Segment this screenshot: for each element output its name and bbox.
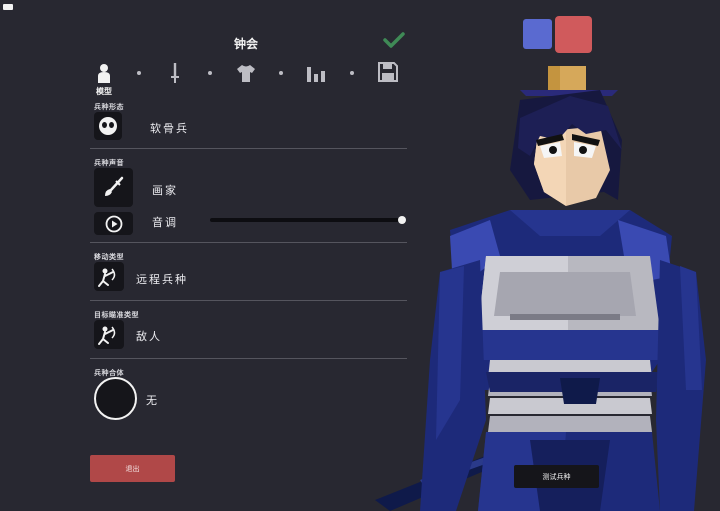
step-dot bbox=[208, 71, 212, 75]
sword-icon[interactable] bbox=[164, 62, 186, 84]
play-voice-button[interactable] bbox=[94, 212, 133, 235]
base-form-button[interactable] bbox=[94, 112, 122, 140]
section-label-voice: 兵种声音 bbox=[94, 159, 124, 167]
section-label-base: 兵种形态 bbox=[94, 103, 124, 111]
shirt-icon[interactable] bbox=[235, 62, 257, 84]
unit-character-preview bbox=[375, 66, 706, 511]
combine-slot-button[interactable] bbox=[94, 377, 137, 420]
voice-button[interactable] bbox=[94, 168, 133, 207]
step-dot bbox=[279, 71, 283, 75]
ranged-unit-icon bbox=[98, 268, 116, 287]
combine-value: 无 bbox=[146, 394, 159, 407]
team-blue-swatch[interactable] bbox=[523, 19, 552, 49]
voice-value: 画家 bbox=[152, 184, 178, 197]
step-dot bbox=[137, 71, 141, 75]
checkmark-icon[interactable] bbox=[382, 30, 406, 50]
skull-face-icon bbox=[99, 117, 117, 135]
section-label-targeting: 目标瞄准类型 bbox=[94, 311, 139, 319]
movement-type-button[interactable] bbox=[94, 262, 124, 291]
stats-icon[interactable] bbox=[305, 62, 327, 84]
targeting-type-value: 敌人 bbox=[136, 330, 162, 343]
section-label-movement: 移动类型 bbox=[94, 253, 124, 261]
person-icon[interactable] bbox=[93, 62, 115, 84]
step-label-model: 模型 bbox=[96, 87, 112, 96]
pitch-label: 音调 bbox=[152, 216, 178, 229]
unit-name-title: 钟会 bbox=[233, 37, 258, 51]
test-unit-button[interactable]: 测试兵种 bbox=[514, 465, 599, 488]
play-icon bbox=[105, 215, 122, 232]
targeting-type-button[interactable] bbox=[94, 320, 124, 349]
base-form-value: 软骨兵 bbox=[150, 122, 189, 135]
target-unit-icon bbox=[98, 326, 116, 345]
step-dot bbox=[350, 71, 354, 75]
team-red-swatch[interactable] bbox=[555, 16, 592, 53]
exit-button[interactable]: 退出 bbox=[90, 455, 175, 482]
brush-icon bbox=[104, 176, 123, 196]
movement-type-value: 远程兵种 bbox=[136, 273, 188, 286]
system-menu-icon[interactable] bbox=[3, 4, 13, 10]
